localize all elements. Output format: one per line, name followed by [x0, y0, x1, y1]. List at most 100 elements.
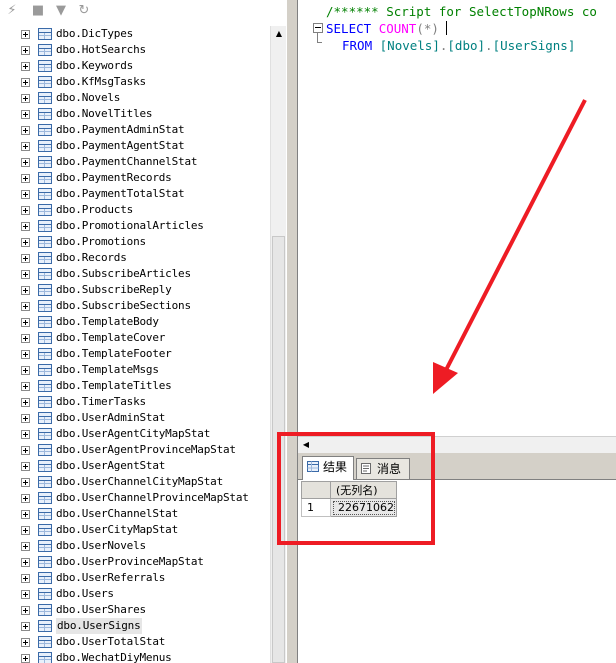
tree-item[interactable]: dbo.DicTypes — [0, 26, 270, 42]
expand-icon[interactable] — [21, 606, 30, 615]
tree-item[interactable]: dbo.KfMsgTasks — [0, 74, 270, 90]
tree-item[interactable]: dbo.TimerTasks — [0, 394, 270, 410]
expand-icon[interactable] — [21, 462, 30, 471]
expand-icon[interactable] — [21, 430, 30, 439]
expand-icon[interactable] — [21, 126, 30, 135]
stop-icon[interactable]: ■ — [30, 3, 46, 19]
fold-line-end — [317, 42, 322, 43]
expand-icon[interactable] — [21, 318, 30, 327]
collapse-icon[interactable] — [313, 23, 323, 33]
expand-icon[interactable] — [21, 302, 30, 311]
tree-item[interactable]: dbo.TemplateBody — [0, 314, 270, 330]
tree-item[interactable]: dbo.UserAgentCityMapStat — [0, 426, 270, 442]
expand-icon[interactable] — [21, 238, 30, 247]
tree-item[interactable]: dbo.Users — [0, 586, 270, 602]
expand-icon[interactable] — [21, 222, 30, 231]
tree-item[interactable]: dbo.Products — [0, 202, 270, 218]
tree-item-label: dbo.UserNovels — [56, 539, 146, 552]
expand-icon[interactable] — [21, 494, 30, 503]
tree-item[interactable]: dbo.PaymentRecords — [0, 170, 270, 186]
expand-icon[interactable] — [21, 254, 30, 263]
tree-item[interactable]: dbo.UserChannelProvinceMapStat — [0, 490, 270, 506]
expand-icon[interactable] — [21, 510, 30, 519]
tree-item[interactable]: dbo.UserTotalStat — [0, 634, 270, 650]
connect-icon[interactable]: ⚡ — [4, 3, 20, 19]
table-icon — [38, 76, 52, 88]
tree-item[interactable]: dbo.TemplateFooter — [0, 346, 270, 362]
expand-icon[interactable] — [21, 174, 30, 183]
table-icon — [38, 284, 52, 296]
tree-item[interactable]: dbo.PromotionalArticles — [0, 218, 270, 234]
tree-item-label: dbo.TemplateMsgs — [56, 363, 159, 376]
expand-icon[interactable] — [21, 206, 30, 215]
expand-icon[interactable] — [21, 398, 30, 407]
refresh-icon[interactable]: ↻ — [76, 3, 92, 19]
tree-item[interactable]: dbo.UserSigns — [0, 618, 270, 634]
tree-item[interactable]: dbo.SubscribeArticles — [0, 266, 270, 282]
tree-item[interactable]: dbo.SubscribeReply — [0, 282, 270, 298]
expand-icon[interactable] — [21, 414, 30, 423]
tree-item[interactable]: dbo.Promotions — [0, 234, 270, 250]
tree-item[interactable]: dbo.TemplateMsgs — [0, 362, 270, 378]
tree-item[interactable]: dbo.PaymentAgentStat — [0, 138, 270, 154]
expand-icon[interactable] — [21, 478, 30, 487]
tree-item-label: dbo.UserReferrals — [56, 571, 166, 584]
tree-item[interactable]: dbo.Novels — [0, 90, 270, 106]
expand-icon[interactable] — [21, 270, 30, 279]
expand-icon[interactable] — [21, 142, 30, 151]
expand-icon[interactable] — [21, 334, 30, 343]
tree-item[interactable]: dbo.UserProvinceMapStat — [0, 554, 270, 570]
tree-item[interactable]: dbo.UserAdminStat — [0, 410, 270, 426]
tree-item[interactable]: dbo.PaymentTotalStat — [0, 186, 270, 202]
tree-item[interactable]: dbo.UserShares — [0, 602, 270, 618]
expand-icon[interactable] — [21, 190, 30, 199]
pane-splitter[interactable] — [286, 0, 298, 663]
tree-item[interactable]: dbo.UserAgentProvinceMapStat — [0, 442, 270, 458]
tree-item[interactable]: dbo.UserCityMapStat — [0, 522, 270, 538]
expand-icon[interactable] — [21, 382, 30, 391]
filter-icon[interactable]: ▼ — [53, 3, 69, 19]
tree-item[interactable]: dbo.Records — [0, 250, 270, 266]
tree-item[interactable]: dbo.TemplateCover — [0, 330, 270, 346]
expand-icon[interactable] — [21, 590, 30, 599]
tree-item[interactable]: dbo.HotSearchs — [0, 42, 270, 58]
query-editor[interactable]: /****** Script for SelectTopNRows co SEL… — [298, 0, 616, 436]
tree-item[interactable]: dbo.UserReferrals — [0, 570, 270, 586]
tree-item[interactable]: dbo.SubscribeSections — [0, 298, 270, 314]
expand-icon[interactable] — [21, 94, 30, 103]
tree-item[interactable]: dbo.UserChannelCityMapStat — [0, 474, 270, 490]
expand-icon[interactable] — [21, 78, 30, 87]
tree-item[interactable]: dbo.WechatDiyMenus — [0, 650, 270, 663]
tree-item[interactable]: dbo.UserNovels — [0, 538, 270, 554]
tree-item[interactable]: dbo.PaymentChannelStat — [0, 154, 270, 170]
expand-icon[interactable] — [21, 638, 30, 647]
expand-icon[interactable] — [21, 286, 30, 295]
tree-item-label: dbo.UserChannelProvinceMapStat — [56, 491, 249, 504]
expand-icon[interactable] — [21, 30, 30, 39]
tree-item-label: dbo.UserTotalStat — [56, 635, 166, 648]
expand-icon[interactable] — [21, 574, 30, 583]
expand-icon[interactable] — [21, 366, 30, 375]
table-icon — [38, 540, 52, 552]
expand-icon[interactable] — [21, 46, 30, 55]
tree-item[interactable]: dbo.PaymentAdminStat — [0, 122, 270, 138]
tree-item[interactable]: dbo.Keywords — [0, 58, 270, 74]
tree-item[interactable]: dbo.UserChannelStat — [0, 506, 270, 522]
expand-icon[interactable] — [21, 110, 30, 119]
object-explorer: ⚡ ■ ▼ ↻ dbo.DicTypes dbo.HotSearchs dbo.Ke… — [0, 0, 290, 663]
expand-icon[interactable] — [21, 526, 30, 535]
scroll-up-icon[interactable]: ▲ — [271, 26, 287, 42]
explorer-scrollbar[interactable]: ▲ — [270, 26, 287, 663]
tree-item[interactable]: dbo.TemplateTitles — [0, 378, 270, 394]
expand-icon[interactable] — [21, 350, 30, 359]
expand-icon[interactable] — [21, 558, 30, 567]
expand-icon[interactable] — [21, 446, 30, 455]
expand-icon[interactable] — [21, 654, 30, 663]
tree-item[interactable]: dbo.NovelTitles — [0, 106, 270, 122]
table-icon — [38, 444, 52, 456]
tree-item[interactable]: dbo.UserAgentStat — [0, 458, 270, 474]
expand-icon[interactable] — [21, 542, 30, 551]
expand-icon[interactable] — [21, 622, 30, 631]
expand-icon[interactable] — [21, 62, 30, 71]
expand-icon[interactable] — [21, 158, 30, 167]
